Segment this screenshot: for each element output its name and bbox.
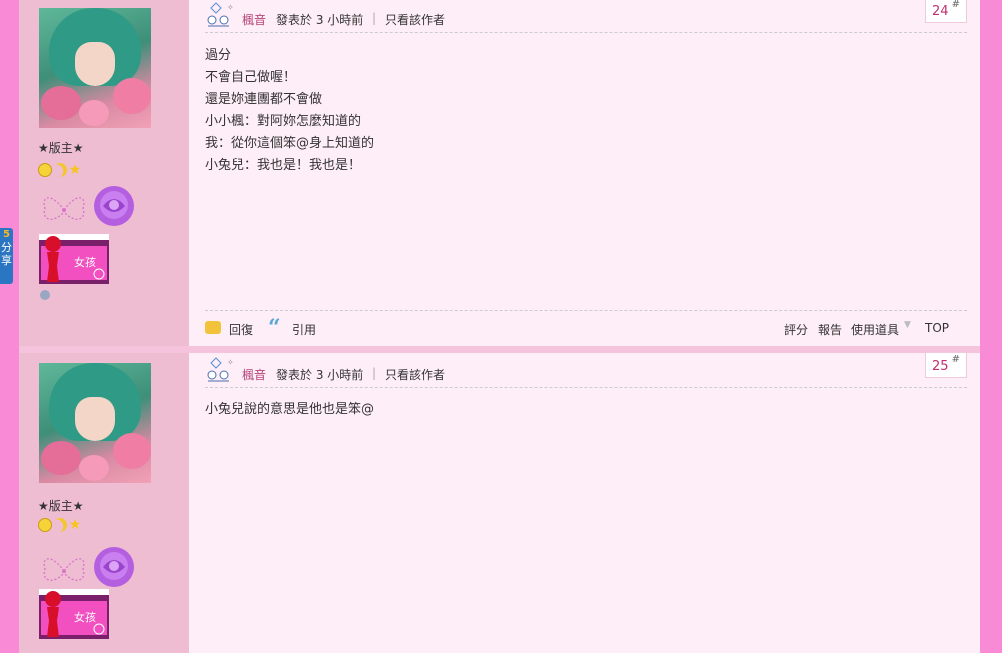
girl-badge: 女孩	[39, 589, 109, 639]
post-message: 過分 不會自己做喔！ 還是妳連團都不會做 小小楓：對阿妳怎麼知道的 我：從你這個…	[205, 45, 945, 177]
user-rank: ★版主★	[38, 499, 84, 513]
message-line: 不會自己做喔！	[205, 70, 297, 85]
star-icon: ★	[68, 162, 82, 178]
star-icon: ★	[68, 517, 82, 533]
svg-text:✧: ✧	[227, 3, 234, 12]
user-level-icons: ★	[38, 163, 83, 179]
share-button[interactable]: 5 分 享	[0, 228, 13, 284]
post-header: ✧ 楓音 發表於 3 小時前 | 只看該作者 24 #	[205, 0, 967, 33]
message-line: 小小楓：對阿妳怎麼知道的	[205, 114, 362, 129]
thread-container: ★版主★ ★ 女孩 ✧ 楓音 發表於 3 小時前 | 只看該作者 24 # 過分…	[19, 0, 980, 653]
butterfly-icon	[43, 558, 85, 581]
only-author-link[interactable]: 只看該作者	[385, 11, 445, 28]
floor-value: 25	[932, 359, 949, 374]
separator: |	[372, 11, 377, 25]
separator: |	[372, 366, 377, 380]
user-status-icon: ✧	[207, 357, 234, 382]
author-sidebar: ★版主★ ★ 女孩	[19, 0, 189, 346]
reply-button[interactable]: 回復	[229, 321, 253, 338]
message-line: 小兔兒說的意思是他也是笨@	[205, 402, 375, 417]
message-line: 過分	[205, 48, 232, 63]
post-content-area: ✧ 楓音 發表於 3 小時前 | 只看該作者 25 # 小兔兒說的意思是他也是笨@	[189, 352, 980, 653]
sun-icon	[38, 163, 52, 177]
user-status-icon: ✧	[207, 2, 234, 27]
share-label-1: 分	[1, 241, 12, 254]
message-line: 我：從你這個笨@身上知道的	[205, 136, 375, 151]
avatar[interactable]	[39, 8, 151, 128]
floor-hash: #	[951, 354, 960, 365]
post-header: ✧ 楓音 發表於 3 小時前 | 只看該作者 25 #	[205, 352, 967, 388]
post-message: 小兔兒說的意思是他也是笨@	[205, 399, 945, 421]
report-button[interactable]: 報告	[818, 321, 842, 338]
online-icon	[40, 290, 50, 300]
post-time: 發表於 3 小時前	[276, 13, 364, 27]
share-label-2: 享	[1, 254, 12, 267]
moon-icon	[51, 161, 69, 179]
badge-text: 女孩	[74, 610, 96, 624]
post-25: ★版主★ ★ 女孩 ✧ 楓音 發表於 3 小時前 | 只看該作者 25 # 小兔…	[19, 352, 980, 653]
floor-number[interactable]: 24 #	[925, 0, 967, 23]
floor-hash: #	[951, 0, 960, 10]
author-sidebar: ★版主★ ★ 女孩	[19, 353, 189, 653]
sun-icon	[38, 518, 52, 532]
author-name[interactable]: 楓音	[242, 11, 266, 28]
quote-button[interactable]: 引用	[292, 321, 316, 338]
share-count: 5	[3, 229, 10, 240]
user-level-icons: ★	[38, 518, 83, 534]
floor-value: 24	[932, 4, 949, 19]
message-line: 還是妳連團都不會做	[205, 92, 323, 107]
reply-icon	[205, 321, 221, 334]
post-separator	[19, 346, 980, 353]
only-author-link[interactable]: 只看該作者	[385, 366, 445, 383]
rose-icon	[94, 547, 134, 587]
avatar[interactable]	[39, 363, 151, 483]
page-background-right	[980, 0, 1002, 645]
butterfly-icon	[43, 197, 85, 220]
post-24: ★版主★ ★ 女孩 ✧ 楓音 發表於 3 小時前 | 只看該作者 24 # 過分…	[19, 0, 980, 346]
use-tool-button[interactable]: 使用道具	[851, 321, 899, 338]
rate-button[interactable]: 評分	[784, 321, 808, 338]
message-line: 小兔兒：我也是！我也是！	[205, 158, 362, 173]
user-rank: ★版主★	[38, 141, 84, 155]
dropdown-caret-icon[interactable]: ▼	[904, 320, 911, 330]
rose-icon	[94, 186, 134, 226]
author-name[interactable]: 楓音	[242, 366, 266, 383]
post-time: 發表於 3 小時前	[276, 368, 364, 382]
quote-icon: “	[268, 315, 281, 341]
girl-badge: 女孩	[39, 234, 109, 284]
post-footer: 回復 “ 引用 評分 報告 使用道具 ▼ TOP	[205, 310, 967, 341]
top-link[interactable]: TOP	[925, 321, 949, 335]
badge-text: 女孩	[74, 255, 96, 269]
floor-number[interactable]: 25 #	[925, 352, 967, 378]
post-content-area: ✧ 楓音 發表於 3 小時前 | 只看該作者 24 # 過分 不會自己做喔！ 還是…	[189, 0, 980, 346]
svg-text:✧: ✧	[227, 358, 234, 367]
moon-icon	[51, 516, 69, 534]
